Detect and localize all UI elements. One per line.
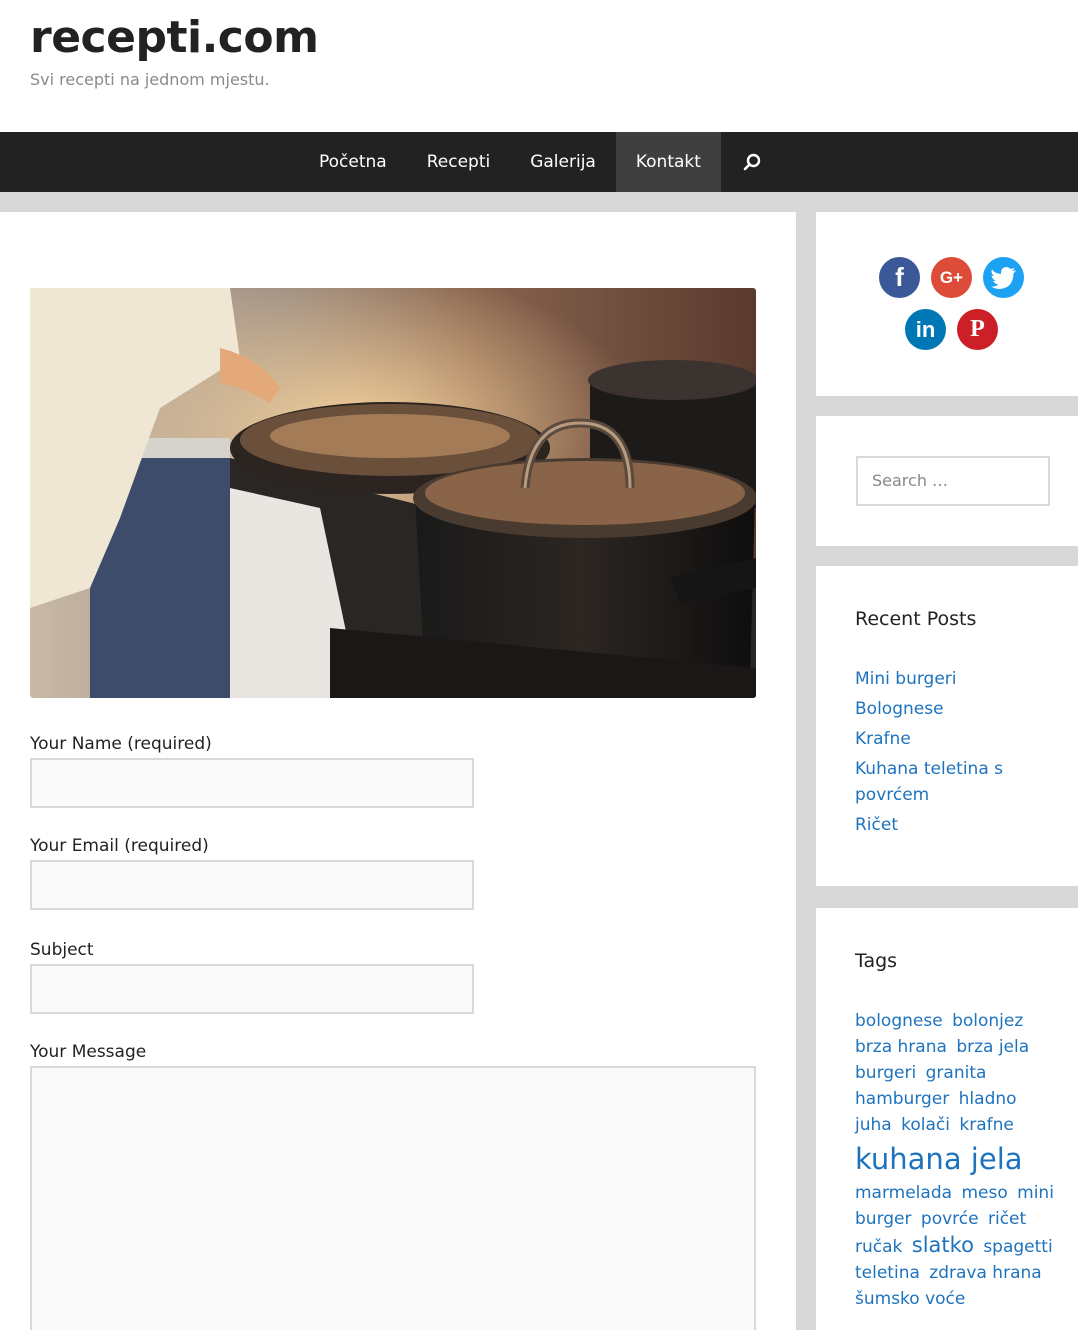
email-input[interactable] — [30, 860, 474, 910]
message-label: Your Message — [30, 1042, 147, 1062]
tag-link[interactable]: hamburger — [855, 1089, 949, 1109]
recent-posts-title: Recent Posts — [855, 608, 977, 630]
tag-link[interactable]: brza jela — [956, 1037, 1029, 1057]
tag-link[interactable]: krafne — [959, 1115, 1013, 1135]
tag-link[interactable]: ručak — [855, 1237, 902, 1257]
email-label: Your Email (required) — [30, 836, 209, 856]
nav-search-button[interactable] — [721, 132, 783, 192]
tag-link[interactable]: šumsko voće — [855, 1289, 965, 1309]
search-widget: Search … — [816, 416, 1078, 546]
tag-link[interactable]: kuhana jela — [855, 1142, 1023, 1176]
name-input[interactable] — [30, 758, 474, 808]
hero-illustration — [30, 288, 756, 698]
pinterest-icon[interactable]: P — [957, 309, 998, 350]
recent-post-link[interactable]: Ričet — [855, 812, 1055, 838]
tag-link[interactable]: slatko — [912, 1233, 974, 1257]
site-title[interactable]: recepti.com — [30, 12, 319, 63]
tag-link[interactable]: hladno — [959, 1089, 1017, 1109]
twitter-bird-icon — [990, 266, 1016, 289]
nav-item-kontakt[interactable]: Kontakt — [615, 132, 721, 192]
tag-link[interactable]: granita — [926, 1063, 987, 1083]
subject-input[interactable] — [30, 964, 474, 1014]
tag-cloud: bolognese bolonjez brza hrana brza jela … — [855, 1008, 1060, 1312]
search-icon — [743, 153, 761, 171]
recent-post-link[interactable]: Kuhana teletina s povrćem — [855, 756, 1055, 808]
linkedin-icon[interactable]: in — [905, 309, 946, 350]
nav-item-pocetna[interactable]: Početna — [299, 132, 407, 192]
tag-link[interactable]: bolognese — [855, 1011, 943, 1031]
google-plus-icon[interactable]: G+ — [931, 257, 972, 298]
tag-link[interactable]: meso — [961, 1183, 1007, 1203]
facebook-icon[interactable]: f — [879, 257, 920, 298]
tag-link[interactable]: povrće — [921, 1209, 979, 1229]
nav-item-galerija[interactable]: Galerija — [510, 132, 616, 192]
nav-list: Početna Recepti Galerija Kontakt — [299, 132, 783, 192]
tag-link[interactable]: marmelada — [855, 1183, 952, 1203]
message-textarea[interactable] — [30, 1066, 756, 1330]
tag-link[interactable]: spagetti — [983, 1237, 1052, 1257]
main-nav: Početna Recepti Galerija Kontakt — [0, 132, 1078, 192]
site-header: recepti.com Svi recepti na jednom mjestu… — [0, 0, 1078, 132]
site-tagline: Svi recepti na jednom mjestu. — [30, 70, 270, 89]
tag-link[interactable]: zdrava hrana — [929, 1263, 1041, 1283]
tag-link[interactable]: juha — [855, 1115, 892, 1135]
tag-link[interactable]: bolonjez — [952, 1011, 1023, 1031]
recent-post-link[interactable]: Mini burgeri — [855, 666, 1055, 692]
hero-image-cooking-pots — [30, 288, 756, 698]
tag-link[interactable]: brza hrana — [855, 1037, 947, 1057]
name-label: Your Name (required) — [30, 734, 212, 754]
recent-posts-widget: Recent Posts Mini burgeri Bolognese Kraf… — [816, 566, 1078, 886]
main-content: Your Name (required) Your Email (require… — [0, 212, 796, 1330]
tag-link[interactable]: burgeri — [855, 1063, 916, 1083]
subject-label: Subject — [30, 940, 94, 960]
tags-widget: Tags bolognese bolonjez brza hrana brza … — [816, 908, 1078, 1330]
recent-post-link[interactable]: Krafne — [855, 726, 1055, 752]
social-widget: f G+ in P — [816, 212, 1078, 396]
sidebar-search-input[interactable]: Search … — [856, 456, 1050, 506]
tags-title: Tags — [855, 950, 898, 972]
recent-post-link[interactable]: Bolognese — [855, 696, 1055, 722]
tag-link[interactable]: ričet — [988, 1209, 1026, 1229]
twitter-icon[interactable] — [983, 257, 1024, 298]
tag-link[interactable]: kolači — [901, 1115, 950, 1135]
tag-link[interactable]: teletina — [855, 1263, 920, 1283]
recent-posts-list: Mini burgeri Bolognese Krafne Kuhana tel… — [855, 666, 1055, 842]
nav-item-recepti[interactable]: Recepti — [407, 132, 511, 192]
